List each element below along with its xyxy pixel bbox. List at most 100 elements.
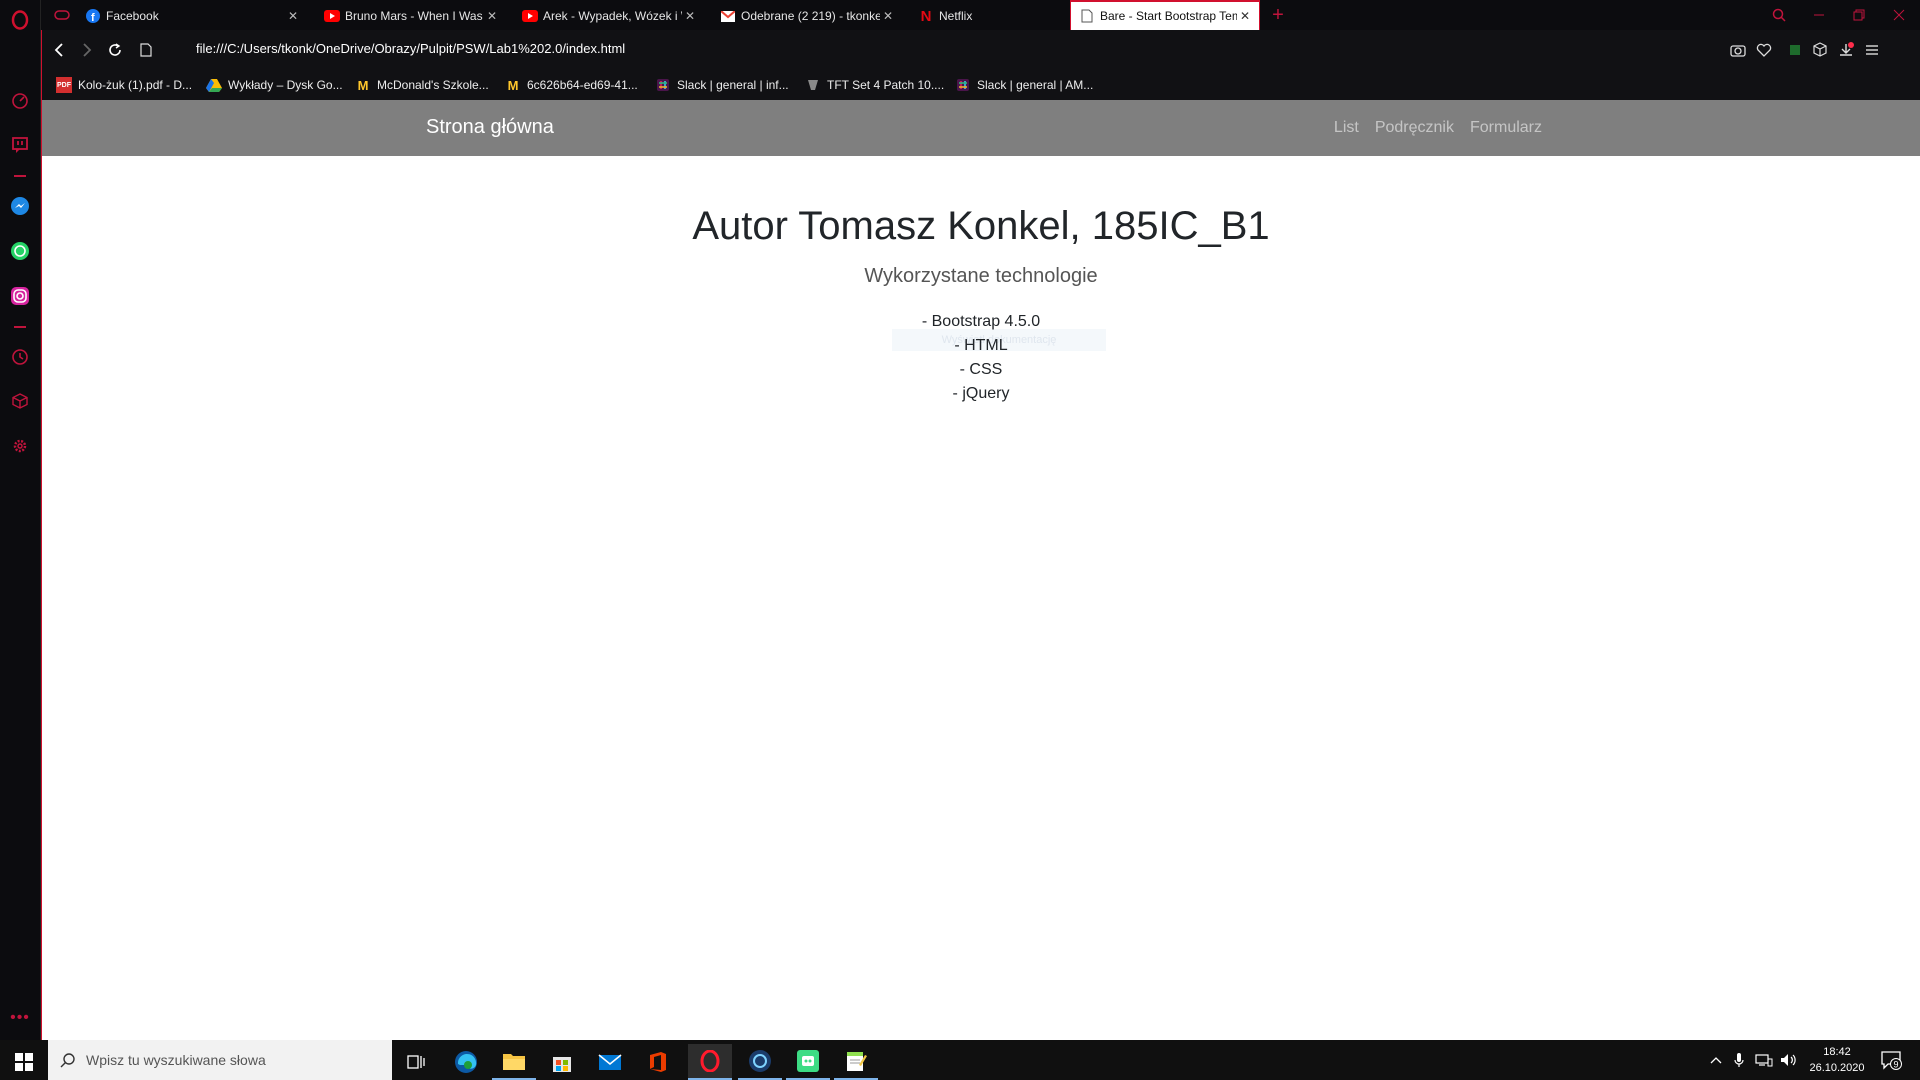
search-placeholder: Wpisz tu wyszukiwane słowa — [86, 1052, 266, 1068]
url-field[interactable]: file:///C:/Users/tkonk/OneDrive/Obrazy/P… — [196, 41, 625, 56]
tab-arek[interactable]: Arek - Wypadek, Wózek i W ✕ — [514, 2, 704, 30]
sidebar-separator — [14, 326, 26, 328]
sidebar-separator — [14, 175, 26, 177]
slack-icon — [955, 77, 971, 93]
close-tab-icon[interactable]: ✕ — [285, 8, 301, 24]
bookmark-item[interactable]: M McDonald's Szkole... — [355, 76, 489, 94]
navbar-links: List Podręcznik Formularz — [1334, 119, 1542, 137]
android-studio-icon[interactable] — [786, 1044, 830, 1080]
instagram-icon[interactable] — [8, 284, 32, 308]
bookmark-item[interactable]: PDF Kolo-żuk (1).pdf - D... — [56, 76, 192, 94]
tab-gmail[interactable]: Odebrane (2 219) - tkonkel ✕ — [712, 2, 902, 30]
extension-icon[interactable] — [1783, 38, 1807, 62]
gamepad-icon[interactable] — [47, 0, 77, 30]
snapshot-camera-icon[interactable] — [1726, 38, 1750, 62]
bookmark-item[interactable]: Slack | general | inf... — [655, 76, 789, 94]
history-icon[interactable] — [8, 345, 32, 369]
microphone-icon[interactable] — [1728, 1040, 1750, 1080]
tft-icon — [805, 77, 821, 93]
network-icon[interactable] — [1752, 1040, 1776, 1080]
easy-setup-icon[interactable] — [1860, 38, 1884, 62]
nav-link-list[interactable]: List — [1334, 119, 1359, 137]
tab-title: Bare - Start Bootstrap Temp — [1100, 9, 1237, 23]
bookmark-label: 6c626b64-ed69-41... — [527, 78, 638, 92]
google-drive-icon — [206, 77, 222, 93]
task-view-icon[interactable] — [394, 1044, 438, 1080]
twitch-icon[interactable] — [8, 133, 32, 157]
close-tab-icon[interactable]: ✕ — [682, 8, 698, 24]
back-icon[interactable] — [47, 38, 71, 62]
taskbar-clock[interactable]: 18:42 26.10.2020 — [1802, 1044, 1872, 1076]
tab-facebook[interactable]: f Facebook ✕ — [77, 2, 307, 30]
opera-sidebar: ••• — [0, 0, 41, 1040]
action-center-icon[interactable]: 9 — [1874, 1040, 1908, 1080]
reload-icon[interactable] — [103, 38, 127, 62]
svg-text:f: f — [91, 12, 95, 23]
notepad-plus-icon[interactable] — [834, 1044, 878, 1080]
speed-dial-icon[interactable] — [8, 88, 32, 112]
opera-menu-icon[interactable] — [8, 8, 32, 32]
tab-title: Facebook — [106, 9, 159, 23]
windows-taskbar: Wpisz tu wyszukiwane słowa 18:42 26.10.2… — [0, 1040, 1920, 1080]
tab-bruno-mars[interactable]: Bruno Mars - When I Was Y ✕ — [316, 2, 506, 30]
forward-icon[interactable] — [75, 38, 99, 62]
more-options-icon[interactable]: ••• — [8, 1006, 32, 1030]
show-hidden-icons-icon[interactable] — [1706, 1040, 1726, 1080]
extensions-cube-icon[interactable] — [8, 389, 32, 413]
technology-list: - Bootstrap 4.5.0 - HTML - CSS - jQuery — [42, 310, 1920, 406]
bookmark-label: Kolo-żuk (1).pdf - D... — [78, 78, 193, 92]
volume-icon[interactable] — [1778, 1040, 1800, 1080]
close-tab-icon[interactable]: ✕ — [1237, 8, 1253, 24]
messenger-icon[interactable] — [8, 194, 32, 218]
opera-taskbar-icon[interactable] — [688, 1044, 732, 1080]
bookmark-heart-icon[interactable] — [1752, 38, 1776, 62]
nav-link-podrecznik[interactable]: Podręcznik — [1375, 119, 1454, 137]
slack-icon — [655, 77, 671, 93]
downloads-icon[interactable] — [1834, 38, 1858, 62]
pdf-icon: PDF — [56, 77, 72, 93]
youtube-icon — [324, 8, 340, 24]
address-bar: file:///C:/Users/tkonk/OneDrive/Obrazy/P… — [41, 30, 1920, 70]
bookmark-label: Wykłady – Dysk Go... — [228, 78, 343, 92]
netflix-icon: N — [920, 7, 932, 25]
close-tab-icon[interactable]: ✕ — [484, 8, 500, 24]
bookmarks-bar: PDF Kolo-żuk (1).pdf - D... Wykłady – Dy… — [41, 70, 1920, 100]
windows-start-icon[interactable] — [2, 1044, 46, 1080]
file-explorer-icon[interactable] — [492, 1044, 536, 1080]
settings-gear-icon[interactable] — [8, 434, 32, 458]
bookmark-item[interactable]: TFT Set 4 Patch 10.... — [805, 76, 944, 94]
web-page: Strona główna List Podręcznik Formularz … — [41, 100, 1920, 1040]
page-title: Autor Tomasz Konkel, 185IC_B1 — [692, 204, 1270, 248]
bookmark-item[interactable]: Wykłady – Dysk Go... — [206, 76, 343, 94]
navbar-brand[interactable]: Strona główna — [426, 116, 554, 139]
page-info-icon[interactable] — [134, 38, 158, 62]
restore-icon[interactable] — [1839, 0, 1879, 30]
support-app-icon[interactable] — [738, 1044, 782, 1080]
new-tab-icon[interactable]: + — [1263, 0, 1293, 30]
nav-link-formularz[interactable]: Formularz — [1470, 119, 1542, 137]
edge-icon[interactable] — [444, 1044, 488, 1080]
tab-title: Netflix — [939, 9, 973, 23]
mail-icon[interactable] — [588, 1044, 632, 1080]
extensions-cube-icon[interactable] — [1808, 38, 1832, 62]
office-icon[interactable] — [636, 1044, 680, 1080]
bookmark-item[interactable]: M 6c626b64-ed69-41... — [505, 76, 638, 94]
list-item: - CSS — [959, 361, 1003, 378]
whatsapp-icon[interactable] — [8, 239, 32, 263]
bookmark-item[interactable]: Slack | general | AM... — [955, 76, 1093, 94]
bookmark-label: McDonald's Szkole... — [377, 78, 489, 92]
mcdonalds-icon: M — [507, 77, 519, 93]
minimize-icon[interactable] — [1799, 0, 1839, 30]
tab-bare-bootstrap[interactable]: Bare - Start Bootstrap Temp ✕ — [1070, 0, 1260, 30]
lead-text: Wykorzystane technologie — [864, 265, 1098, 287]
search-tabs-icon[interactable] — [1759, 0, 1799, 30]
list-item: - HTML — [954, 337, 1008, 354]
microsoft-store-icon[interactable] — [540, 1044, 584, 1080]
bookmark-label: Slack | general | AM... — [977, 78, 1094, 92]
close-window-icon[interactable] — [1879, 0, 1919, 30]
taskbar-search[interactable]: Wpisz tu wyszukiwane słowa — [48, 1040, 392, 1080]
tab-title: Bruno Mars - When I Was Y — [345, 9, 484, 23]
notification-count: 9 — [1894, 1060, 1899, 1070]
close-tab-icon[interactable]: ✕ — [880, 8, 896, 24]
site-navbar: Strona główna List Podręcznik Formularz — [42, 100, 1920, 156]
